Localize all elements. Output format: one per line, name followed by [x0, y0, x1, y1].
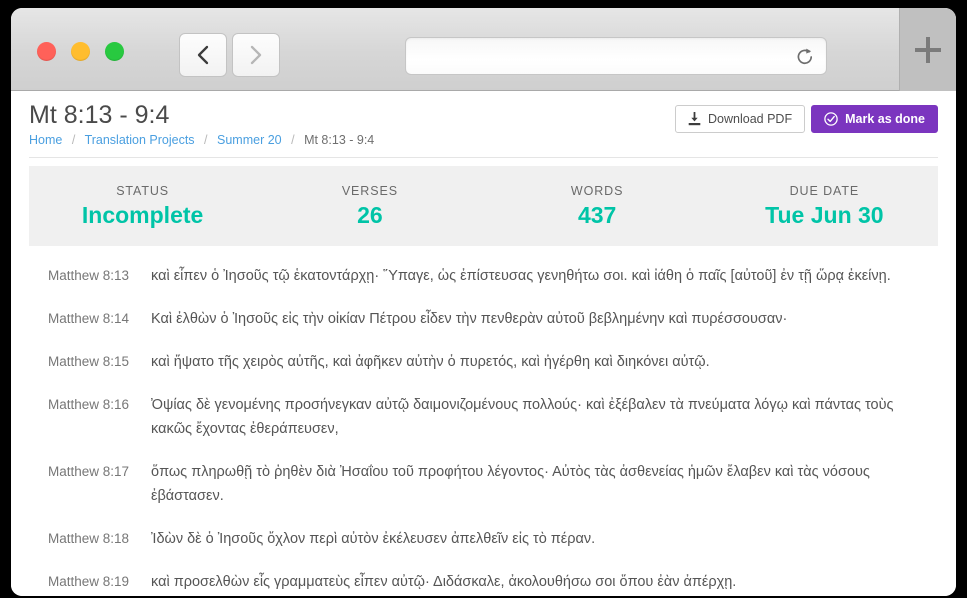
- breadcrumb-item-home[interactable]: Home: [29, 133, 62, 147]
- verse-text[interactable]: καὶ εἶπεν ὁ Ἰησοῦς τῷ ἑκατοντάρχῃ· Ὕπαγε…: [151, 264, 938, 288]
- verse-row: Matthew 8:13 καὶ εἶπεν ὁ Ἰησοῦς τῷ ἑκατο…: [29, 264, 938, 288]
- verse-list: Matthew 8:13 καὶ εἶπεν ὁ Ἰησοῦς τῷ ἑκατο…: [29, 264, 938, 596]
- chevron-left-icon: [197, 45, 209, 65]
- reload-icon[interactable]: [795, 47, 815, 67]
- verse-text[interactable]: καὶ ἥψατο τῆς χειρὸς αὐτῆς, καὶ ἀφῆκεν α…: [151, 350, 938, 374]
- breadcrumb: Home / Translation Projects / Summer 20 …: [29, 133, 938, 148]
- verse-reference: Matthew 8:18: [47, 531, 129, 546]
- address-bar[interactable]: [405, 37, 827, 75]
- check-circle-icon: [824, 112, 838, 126]
- stat-words: WORDS 437: [484, 183, 711, 229]
- chevron-right-icon: [250, 45, 262, 65]
- breadcrumb-separator: /: [71, 133, 76, 147]
- close-window-button[interactable]: [37, 42, 56, 61]
- stat-value: 26: [357, 202, 383, 228]
- header-actions: Download PDF Mark as done: [675, 105, 938, 133]
- back-button[interactable]: [179, 33, 227, 77]
- verse-row: Matthew 8:18 Ἰδὼν δὲ ὁ Ἰησοῦς ὄχλον περὶ…: [29, 527, 938, 551]
- download-pdf-label: Download PDF: [708, 111, 793, 126]
- navigation-buttons: [179, 33, 280, 77]
- verse-reference: Matthew 8:17: [47, 464, 129, 479]
- breadcrumb-item-summer-20[interactable]: Summer 20: [217, 133, 282, 147]
- stat-verses: VERSES 26: [256, 183, 483, 229]
- browser-window: Mt 8:13 - 9:4 Home / Translation Project…: [11, 8, 956, 596]
- zoom-window-button[interactable]: [105, 42, 124, 61]
- stat-status: STATUS Incomplete: [29, 183, 256, 229]
- minimize-window-button[interactable]: [71, 42, 90, 61]
- page-content: Mt 8:13 - 9:4 Home / Translation Project…: [11, 91, 956, 596]
- breadcrumb-item-translation-projects[interactable]: Translation Projects: [85, 133, 195, 147]
- verse-reference: Matthew 8:13: [47, 268, 129, 283]
- header-divider: [29, 157, 938, 158]
- verse-text[interactable]: ὅπως πληρωθῇ τὸ ῥηθὲν διὰ Ἠσαΐου τοῦ προ…: [151, 460, 938, 508]
- verse-reference: Matthew 8:15: [47, 354, 129, 369]
- breadcrumb-item-current: Mt 8:13 - 9:4: [304, 133, 375, 147]
- verse-row: Matthew 8:17 ὅπως πληρωθῇ τὸ ῥηθὲν διὰ Ἠ…: [29, 460, 938, 508]
- verse-text[interactable]: Ἰδὼν δὲ ὁ Ἰησοῦς ὄχλον περὶ αὐτὸν ἐκέλευ…: [151, 527, 938, 551]
- download-icon: [688, 112, 701, 126]
- verse-row: Matthew 8:19 καὶ προσελθὼν εἷς γραμματεὺ…: [29, 570, 938, 594]
- window-controls: [37, 42, 124, 61]
- mark-as-done-button[interactable]: Mark as done: [811, 105, 938, 133]
- download-pdf-button[interactable]: Download PDF: [675, 105, 806, 133]
- forward-button[interactable]: [232, 33, 280, 77]
- plus-icon: [915, 36, 941, 63]
- page-header: Mt 8:13 - 9:4 Home / Translation Project…: [11, 91, 956, 158]
- stats-panel: STATUS Incomplete VERSES 26 WORDS 437 DU…: [29, 166, 938, 246]
- mark-as-done-label: Mark as done: [845, 111, 925, 126]
- verse-text[interactable]: Ὀψίας δὲ γενομένης προσήνεγκαν αὐτῷ δαιμ…: [151, 393, 938, 441]
- verse-text[interactable]: καὶ προσελθὼν εἷς γραμματεὺς εἶπεν αὐτῷ·…: [151, 570, 938, 594]
- verse-reference: Matthew 8:16: [47, 397, 129, 412]
- verse-row: Matthew 8:15 καὶ ἥψατο τῆς χειρὸς αὐτῆς,…: [29, 350, 938, 374]
- verse-reference: Matthew 8:19: [47, 574, 129, 589]
- stat-value: 437: [577, 202, 617, 228]
- browser-toolbar: [11, 8, 956, 91]
- verse-row: Matthew 8:14 Καὶ ἐλθὼν ὁ Ἰησοῦς εἰς τὴν …: [29, 307, 938, 331]
- stat-label: VERSES: [341, 184, 398, 198]
- stat-due-date: DUE DATE Tue Jun 30: [711, 183, 938, 229]
- breadcrumb-separator: /: [291, 133, 295, 147]
- breadcrumb-separator: /: [204, 133, 208, 147]
- stat-label: STATUS: [116, 184, 170, 198]
- new-tab-button[interactable]: [899, 8, 956, 91]
- stat-value: Incomplete: [81, 202, 204, 228]
- verse-text[interactable]: Καὶ ἐλθὼν ὁ Ἰησοῦς εἰς τὴν οἰκίαν Πέτρου…: [151, 307, 938, 331]
- verse-reference: Matthew 8:14: [47, 311, 129, 326]
- verse-row: Matthew 8:16 Ὀψίας δὲ γενομένης προσήνεγ…: [29, 393, 938, 441]
- stat-label: DUE DATE: [789, 184, 860, 198]
- stat-value: Tue Jun 30: [765, 202, 884, 228]
- url-input[interactable]: [416, 38, 786, 74]
- stat-label: WORDS: [570, 184, 624, 198]
